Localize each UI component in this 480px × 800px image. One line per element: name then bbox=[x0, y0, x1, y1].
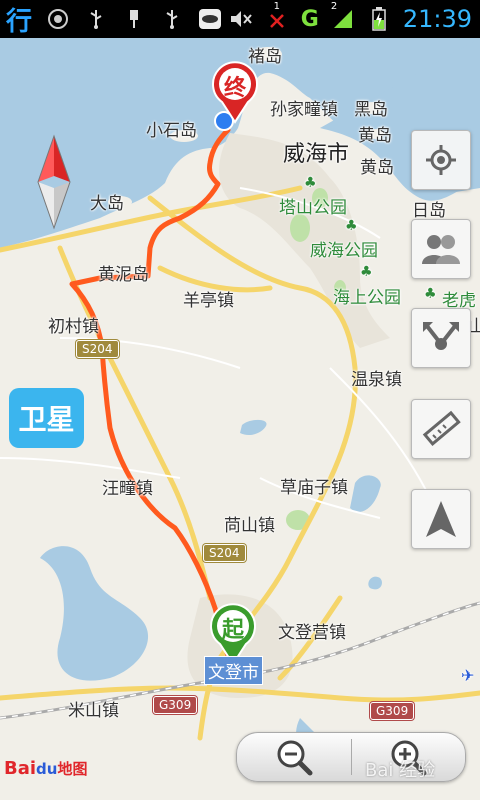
pea-app-icon bbox=[198, 7, 222, 31]
map-view[interactable]: 褚岛 小石岛 孙家疃镇 黑岛 黄岛 黄岛 威海市 大岛 塔山公园 威海公园 海上… bbox=[0, 38, 480, 800]
ruler-icon bbox=[422, 410, 461, 446]
map-label-haishanggongyuan: 海上公园 bbox=[333, 288, 401, 308]
shield-app-icon bbox=[46, 7, 70, 31]
map-label-weihaigongyuan: 威海公园 bbox=[310, 241, 378, 261]
logo-text-bai: Bai bbox=[4, 758, 37, 779]
map-label-xiaoshidao: 小石岛 bbox=[146, 121, 197, 141]
map-label-huangdao-1: 黄岛 bbox=[358, 126, 392, 146]
zoom-out-icon bbox=[277, 740, 313, 776]
map-label-huangdao-2: 黄岛 bbox=[360, 158, 394, 178]
compass-icon[interactable] bbox=[34, 134, 74, 230]
map-label-mishanzhen: 米山镇 bbox=[68, 701, 119, 721]
park-tree-icon: ♣ bbox=[424, 286, 437, 302]
usb-icon bbox=[84, 7, 108, 31]
airport-icon: ✈ bbox=[461, 666, 475, 685]
usb-debug-icon bbox=[122, 7, 146, 31]
locate-button[interactable] bbox=[411, 130, 471, 190]
map-label-tashangongyuan: 塔山公园 bbox=[279, 198, 347, 218]
zoom-out-button[interactable] bbox=[237, 733, 351, 781]
road-shield-g309: G309 bbox=[153, 696, 198, 714]
map-label-chuncunzhen: 初村镇 bbox=[48, 317, 99, 337]
navigation-arrow-icon bbox=[426, 501, 456, 537]
navigate-button[interactable] bbox=[411, 489, 471, 549]
share-route-button[interactable] bbox=[411, 308, 471, 368]
logo-text-ditu: 地图 bbox=[57, 760, 88, 778]
end-marker-label: 终 bbox=[223, 76, 246, 101]
share-icon bbox=[423, 322, 459, 350]
people-icon bbox=[422, 235, 460, 264]
map-label-wendengyingzhen: 文登营镇 bbox=[278, 623, 346, 643]
road-shield-g309: G309 bbox=[370, 702, 415, 720]
status-bar: 行 1 G 2 21:39 bbox=[0, 0, 480, 38]
baidu-jingyan-watermark: Bai 经验 bbox=[365, 760, 436, 781]
signal-icon: 2 bbox=[331, 1, 355, 31]
sim-slot-2: 2 bbox=[330, 1, 338, 12]
map-label-dadao: 大岛 bbox=[90, 194, 124, 214]
friends-button[interactable] bbox=[411, 219, 471, 279]
measure-button[interactable] bbox=[411, 399, 471, 459]
park-tree-icon: ♣ bbox=[345, 218, 358, 234]
sim-slot-1: 1 bbox=[273, 1, 280, 12]
park-tree-icon: ♣ bbox=[304, 175, 317, 191]
satellite-toggle-button[interactable]: 卫星 bbox=[9, 388, 84, 448]
usb-icon-2 bbox=[160, 7, 184, 31]
logo-text-du: du bbox=[36, 759, 58, 778]
map-label-huangnidao: 黄泥岛 bbox=[98, 265, 149, 285]
map-label-wendengshi: 文登市 bbox=[204, 656, 263, 685]
map-label-heidao: 黑岛 bbox=[354, 100, 388, 120]
battery-charging-icon bbox=[367, 7, 391, 31]
end-marker[interactable]: 终 bbox=[208, 60, 262, 124]
map-label-ridao: 日岛 bbox=[412, 201, 446, 221]
map-label-goushanzhen: 苘山镇 bbox=[224, 516, 275, 536]
map-label-wangtuanzhen: 汪疃镇 bbox=[102, 479, 153, 499]
map-label-sunjiatuanzhen: 孙家疃镇 bbox=[270, 100, 338, 120]
road-shield-s204: S204 bbox=[76, 340, 119, 358]
start-marker-label: 起 bbox=[221, 618, 244, 643]
baidu-map-logo: Bai du 地图 bbox=[4, 758, 87, 779]
map-label-yangtingzhen: 羊亭镇 bbox=[183, 291, 234, 311]
mute-icon bbox=[229, 7, 253, 31]
park-tree-icon: ♣ bbox=[360, 264, 373, 280]
app-notification-icon: 行 bbox=[6, 6, 33, 37]
map-label-caomiaozizhen: 草庙子镇 bbox=[280, 478, 348, 498]
clock: 21:39 bbox=[402, 5, 472, 33]
map-label-weihaishi: 威海市 bbox=[283, 142, 350, 167]
no-signal-icon: 1 bbox=[265, 1, 289, 31]
status-right: 1 G 2 21:39 bbox=[229, 0, 472, 38]
map-label-wenquanzhen: 温泉镇 bbox=[351, 370, 402, 390]
road-shield-s204: S204 bbox=[203, 544, 246, 562]
status-left: 行 bbox=[6, 0, 222, 38]
crosshair-icon bbox=[426, 145, 456, 175]
network-type: G bbox=[300, 6, 319, 32]
